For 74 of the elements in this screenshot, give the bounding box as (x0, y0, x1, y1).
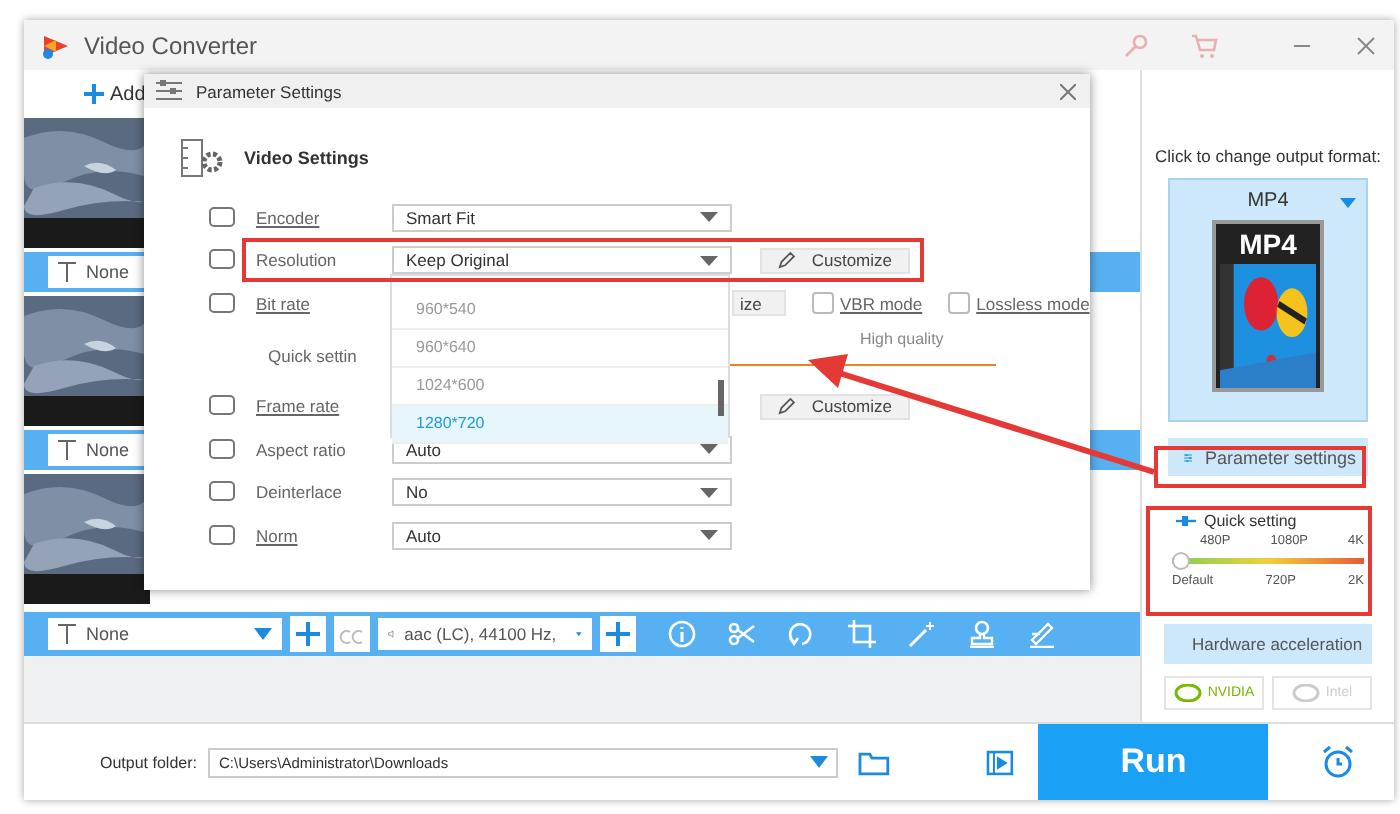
slider-thumb[interactable] (1172, 552, 1190, 570)
quality-slider[interactable] (1172, 552, 1364, 570)
setting-icon (208, 248, 236, 273)
output-folder-label: Output folder: (100, 753, 197, 771)
customize-button[interactable]: Customize (760, 247, 910, 274)
close-icon[interactable] (1060, 83, 1076, 99)
setting-dropdown[interactable]: No (392, 478, 732, 507)
setting-dropdown[interactable]: Keep Original (392, 246, 732, 275)
setting-label[interactable]: Norm (256, 525, 392, 546)
format-hint: Click to change output format: (1155, 146, 1381, 166)
caret-icon (700, 255, 718, 266)
setting-dropdown[interactable]: Auto (392, 521, 732, 550)
caret-icon (1340, 198, 1356, 208)
gpu-logo-icon (1291, 684, 1320, 702)
hardware-acceleration-button[interactable]: Hardware acceleration (1164, 624, 1372, 664)
caret-icon (700, 212, 718, 223)
caret-icon (700, 530, 718, 541)
gpu-logo-icon (1173, 684, 1202, 702)
setting-icon (208, 394, 236, 419)
folder-icon[interactable] (858, 749, 891, 775)
output-format-selector[interactable]: MP4 MP4 (1168, 178, 1368, 422)
quick-setting-label: Quick settin (268, 345, 357, 365)
video-gear-icon (180, 138, 228, 178)
caret-icon (700, 487, 718, 498)
video-folder-icon[interactable] (986, 748, 1015, 776)
setting-icon (208, 523, 236, 548)
high-quality-label: High quality (860, 329, 944, 347)
alarm-clock-icon[interactable] (1319, 744, 1356, 780)
caret-icon (254, 628, 272, 640)
settings-sliders-icon (156, 80, 182, 102)
magic-wand-icon[interactable] (908, 620, 936, 648)
pencil-icon (778, 250, 796, 271)
checkbox-option[interactable]: Lossless mode (948, 292, 1090, 315)
setting-label[interactable]: Frame rate (256, 396, 392, 417)
setting-icon (208, 291, 236, 316)
setting-icon (208, 480, 236, 505)
slider-icon (1176, 516, 1196, 526)
quick-setting-title: Quick setting (1204, 512, 1297, 530)
stamp-icon[interactable] (968, 620, 996, 648)
add-files-button[interactable]: Add (84, 83, 146, 105)
subtitle-dropdown[interactable]: None (48, 618, 282, 650)
window-title: Video Converter (84, 31, 257, 59)
scissors-icon[interactable] (728, 620, 756, 648)
text-icon (58, 262, 76, 282)
add-audio-icon[interactable] (600, 616, 636, 652)
cart-icon[interactable] (1190, 31, 1218, 59)
cc-icon[interactable] (334, 616, 370, 652)
text-icon (58, 624, 76, 644)
info-icon[interactable] (668, 620, 696, 648)
setting-dropdown[interactable]: Smart Fit (392, 203, 732, 232)
setting-label: Aspect ratio (256, 439, 348, 460)
section-heading: Video Settings (244, 148, 369, 168)
pencil-icon (778, 396, 796, 417)
add-subtitle-icon[interactable] (290, 616, 326, 652)
audio-dropdown[interactable]: aac (LC), 44100 Hz, (378, 618, 592, 650)
text-icon (58, 440, 76, 460)
setting-icon (208, 205, 236, 230)
checkbox-option[interactable]: VBR mode (812, 292, 923, 315)
edit-icon[interactable] (1028, 620, 1056, 648)
customize-button[interactable]: Customize (760, 393, 910, 420)
setting-label: Deinterlace (256, 482, 344, 503)
caret-icon (810, 756, 829, 768)
crop-icon[interactable] (848, 620, 876, 648)
setting-icon (208, 437, 236, 462)
customize-button[interactable]: ize (732, 290, 786, 317)
rotate-icon[interactable] (788, 620, 816, 648)
setting-label: Resolution (256, 250, 339, 271)
close-icon[interactable] (1354, 33, 1378, 57)
dialog-title: Parameter Settings (196, 81, 342, 101)
format-name: MP4 (1247, 190, 1289, 212)
plus-icon (84, 84, 104, 104)
setting-label[interactable]: Encoder (256, 207, 392, 228)
setting-label[interactable]: Bit rate (256, 293, 392, 314)
format-title: MP4 (1239, 226, 1297, 264)
